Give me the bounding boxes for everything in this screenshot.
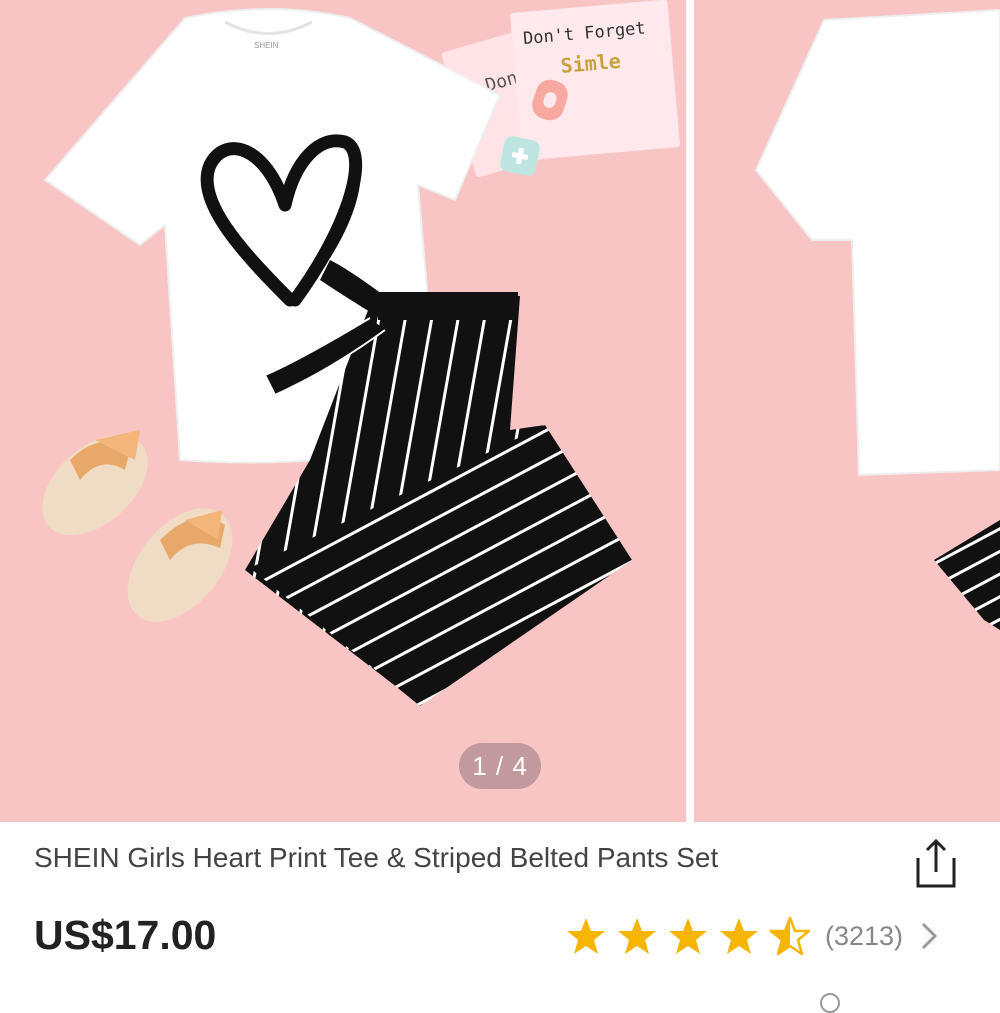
pants-preview — [934, 520, 1000, 630]
tee-tag: SHEIN — [254, 41, 279, 50]
product-image-2[interactable] — [694, 0, 1000, 822]
star-icon — [567, 918, 605, 954]
share-icon — [916, 838, 956, 888]
chevron-right-icon — [921, 922, 938, 950]
product-image-carousel[interactable]: Don Don't Forget Simle SHEIN 1 / 4 — [0, 0, 1000, 822]
tee-preview — [754, 8, 1000, 477]
greeting-card-front: Don't Forget Simle — [510, 0, 680, 161]
star-icon — [669, 918, 707, 954]
sandal-left — [42, 430, 148, 536]
product-image-1[interactable]: Don Don't Forget Simle SHEIN 1 / 4 — [0, 0, 686, 822]
rating-summary[interactable]: (3213) — [566, 914, 941, 958]
product-price: US$17.00 — [34, 912, 217, 958]
share-button[interactable] — [906, 832, 966, 892]
half-star-icon — [770, 916, 810, 956]
page-indicator: 1 / 4 — [459, 743, 541, 789]
review-count: (3213) — [825, 920, 904, 951]
star-icon — [720, 918, 758, 954]
product-title: SHEIN Girls Heart Print Tee & Striped Be… — [34, 842, 719, 873]
star-icon — [618, 918, 656, 954]
partial-icon — [820, 993, 840, 1013]
mint-eraser — [500, 136, 540, 176]
sandal-right — [127, 508, 233, 622]
